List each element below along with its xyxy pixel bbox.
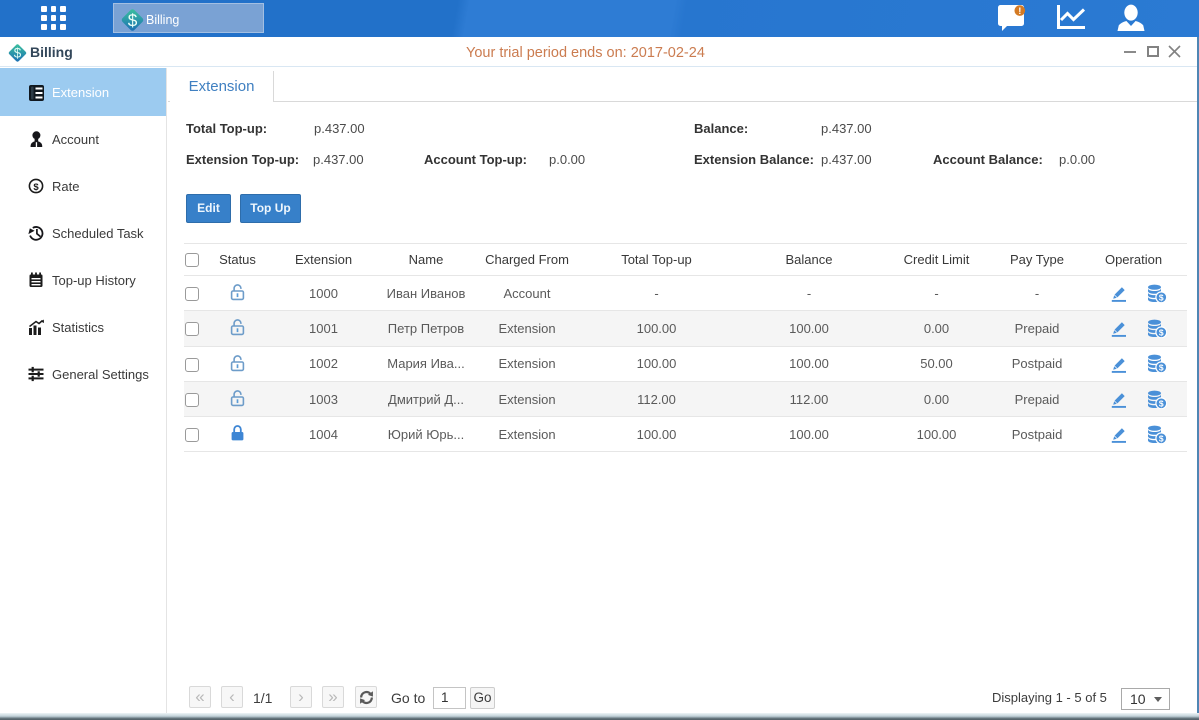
svg-text:$: $ <box>1159 292 1164 302</box>
svg-text:$: $ <box>1159 398 1164 408</box>
svg-text:$: $ <box>14 46 22 61</box>
svg-text:$: $ <box>1159 363 1164 373</box>
svg-text:$: $ <box>33 182 39 193</box>
svg-text:!: ! <box>1018 6 1021 17</box>
svg-text:$: $ <box>1159 433 1164 443</box>
svg-text:$: $ <box>1159 327 1164 337</box>
svg-text:$: $ <box>128 10 138 30</box>
